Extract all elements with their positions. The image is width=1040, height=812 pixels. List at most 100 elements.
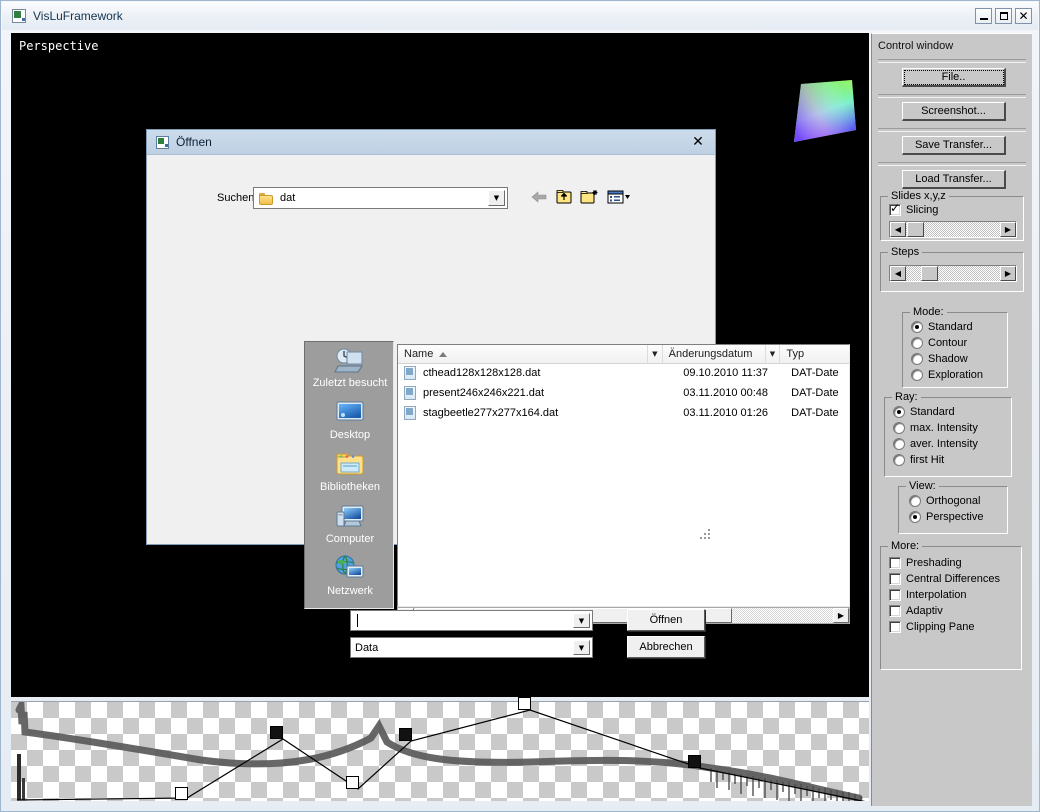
slides-slider-left-arrow[interactable]: ◀: [890, 222, 906, 237]
ray-group: Ray: Standard max. Intensity aver. Inten…: [884, 397, 1012, 477]
steps-slider-thumb[interactable]: [921, 266, 938, 281]
table-row[interactable]: stagbeetle277x277x164.dat 03.11.2010 01:…: [398, 404, 849, 422]
chevron-down-icon[interactable]: ▼: [488, 190, 505, 206]
mode-option-standard[interactable]: Standard: [911, 321, 973, 333]
filename-label: Dateiname:: [251, 617, 307, 629]
mode-option-exploration[interactable]: Exploration: [911, 369, 983, 381]
mode-radio-shadow[interactable]: [911, 353, 923, 365]
slides-slider[interactable]: ◀ ▶: [889, 221, 1017, 238]
tf-node-filled-2[interactable]: [399, 728, 412, 741]
ray-option-standard[interactable]: Standard: [893, 406, 955, 418]
slicing-checkbox-row[interactable]: Slicing: [889, 204, 938, 216]
close-icon: ✕: [1018, 10, 1028, 22]
screenshot-button[interactable]: Screenshot...: [902, 102, 1006, 121]
place-recent[interactable]: Zuletzt besucht: [305, 346, 395, 398]
filename-input[interactable]: ▼: [350, 610, 593, 631]
more-option-adaptiv[interactable]: Adaptiv: [889, 605, 943, 617]
tf-node-hollow-1[interactable]: [175, 787, 188, 800]
steps-slider-right-arrow[interactable]: ▶: [1000, 266, 1016, 281]
view-radio-orthogonal[interactable]: [909, 495, 921, 507]
ray-radio-aver-intensity[interactable]: [893, 438, 905, 450]
steps-slider-left-arrow[interactable]: ◀: [890, 266, 906, 281]
scroll-right-arrow-icon[interactable]: ▶: [833, 608, 849, 623]
ray-option-aver-intensity[interactable]: aver. Intensity: [893, 438, 978, 450]
tf-node-hollow-2[interactable]: [346, 776, 359, 789]
open-button[interactable]: Öffnen: [627, 609, 705, 631]
table-row[interactable]: cthead128x128x128.dat 09.10.2010 11:37 D…: [398, 364, 849, 382]
ray-label-standard: Standard: [910, 406, 955, 418]
up-folder-icon[interactable]: [555, 189, 573, 205]
cancel-button[interactable]: Abbrechen: [627, 636, 705, 658]
mode-radio-standard[interactable]: [911, 321, 923, 333]
steps-slider[interactable]: ◀ ▶: [889, 265, 1017, 282]
view-option-orthogonal[interactable]: Orthogonal: [909, 495, 980, 507]
file-type: DAT-Date: [791, 367, 849, 379]
interpolation-checkbox[interactable]: [889, 589, 901, 601]
ray-option-first-hit[interactable]: first Hit: [893, 454, 944, 466]
filetype-select[interactable]: Data ▼: [350, 637, 593, 658]
mode-option-shadow[interactable]: Shadow: [911, 353, 968, 365]
column-header-type[interactable]: Typ: [780, 345, 849, 363]
filename-dropdown-icon[interactable]: ▼: [573, 613, 590, 628]
column-modified-filter-icon[interactable]: ▼: [766, 345, 781, 363]
more-option-preshading[interactable]: Preshading: [889, 557, 962, 569]
place-libraries-label: Bibliotheken: [320, 481, 380, 493]
tf-node-filled-3[interactable]: [688, 755, 701, 768]
separator-2: [878, 94, 1026, 98]
ray-radio-first-hit[interactable]: [893, 454, 905, 466]
central-differences-checkbox[interactable]: [889, 573, 901, 585]
resize-grip[interactable]: [700, 529, 712, 541]
adaptiv-checkbox[interactable]: [889, 605, 901, 617]
mode-radio-contour[interactable]: [911, 337, 923, 349]
slicing-checkbox[interactable]: [889, 204, 901, 216]
minimize-button[interactable]: [975, 8, 992, 24]
ray-radio-standard[interactable]: [893, 406, 905, 418]
file-list[interactable]: Name ▼ Änderungsdatum ▼ Typ cthead128x12…: [397, 344, 850, 607]
ray-option-max-intensity[interactable]: max. Intensity: [893, 422, 978, 434]
place-computer-label: Computer: [326, 533, 374, 545]
control-window-title: Control window: [878, 40, 953, 52]
back-arrow-icon[interactable]: [530, 189, 548, 205]
transfer-function-editor[interactable]: [11, 701, 869, 806]
ray-radio-max-intensity[interactable]: [893, 422, 905, 434]
save-transfer-button[interactable]: Save Transfer...: [902, 136, 1006, 155]
filetype-dropdown-icon[interactable]: ▼: [573, 640, 590, 655]
close-button[interactable]: ✕: [1015, 8, 1032, 24]
file-icon: [404, 406, 417, 421]
mode-option-contour[interactable]: Contour: [911, 337, 967, 349]
ray-label-aver-intensity: aver. Intensity: [910, 438, 978, 450]
place-libraries[interactable]: Bibliotheken: [305, 450, 395, 502]
mode-radio-exploration[interactable]: [911, 369, 923, 381]
place-desktop[interactable]: Desktop: [305, 398, 395, 450]
file-icon: [404, 366, 417, 381]
table-row[interactable]: present246x246x221.dat 03.11.2010 00:48 …: [398, 384, 849, 402]
column-name-filter-icon[interactable]: ▼: [648, 345, 663, 363]
folder-icon: [259, 192, 274, 205]
slides-slider-right-arrow[interactable]: ▶: [1000, 222, 1016, 237]
slides-group-label: Slides x,y,z: [888, 190, 949, 202]
place-network[interactable]: Netzwerk: [305, 554, 395, 606]
look-in-combo[interactable]: dat ▼: [253, 187, 508, 209]
preshading-checkbox[interactable]: [889, 557, 901, 569]
file-name: cthead128x128x128.dat: [423, 367, 683, 379]
load-transfer-button[interactable]: Load Transfer...: [902, 170, 1006, 189]
view-radio-perspective[interactable]: [909, 511, 921, 523]
column-header-name[interactable]: Name: [398, 345, 648, 363]
file-button[interactable]: File..: [902, 68, 1006, 87]
view-option-perspective[interactable]: Perspective: [909, 511, 983, 523]
dialog-title: Öffnen: [176, 135, 212, 149]
more-option-interpolation[interactable]: Interpolation: [889, 589, 967, 601]
views-icon[interactable]: [607, 189, 631, 205]
tf-node-filled-1[interactable]: [270, 726, 283, 739]
tf-node-hollow-3[interactable]: [518, 697, 531, 710]
slides-slider-thumb[interactable]: [907, 222, 924, 237]
place-computer[interactable]: Computer: [305, 502, 395, 554]
dialog-close-icon[interactable]: ✕: [689, 133, 707, 150]
more-option-clipping-pane[interactable]: Clipping Pane: [889, 621, 975, 633]
file-modified: 09.10.2010 11:37: [683, 367, 791, 379]
new-folder-icon[interactable]: [580, 189, 600, 205]
column-header-modified[interactable]: Änderungsdatum: [663, 345, 766, 363]
maximize-button[interactable]: [995, 8, 1012, 24]
clipping-pane-checkbox[interactable]: [889, 621, 901, 633]
more-option-central-differences[interactable]: Central Differences: [889, 573, 1000, 585]
